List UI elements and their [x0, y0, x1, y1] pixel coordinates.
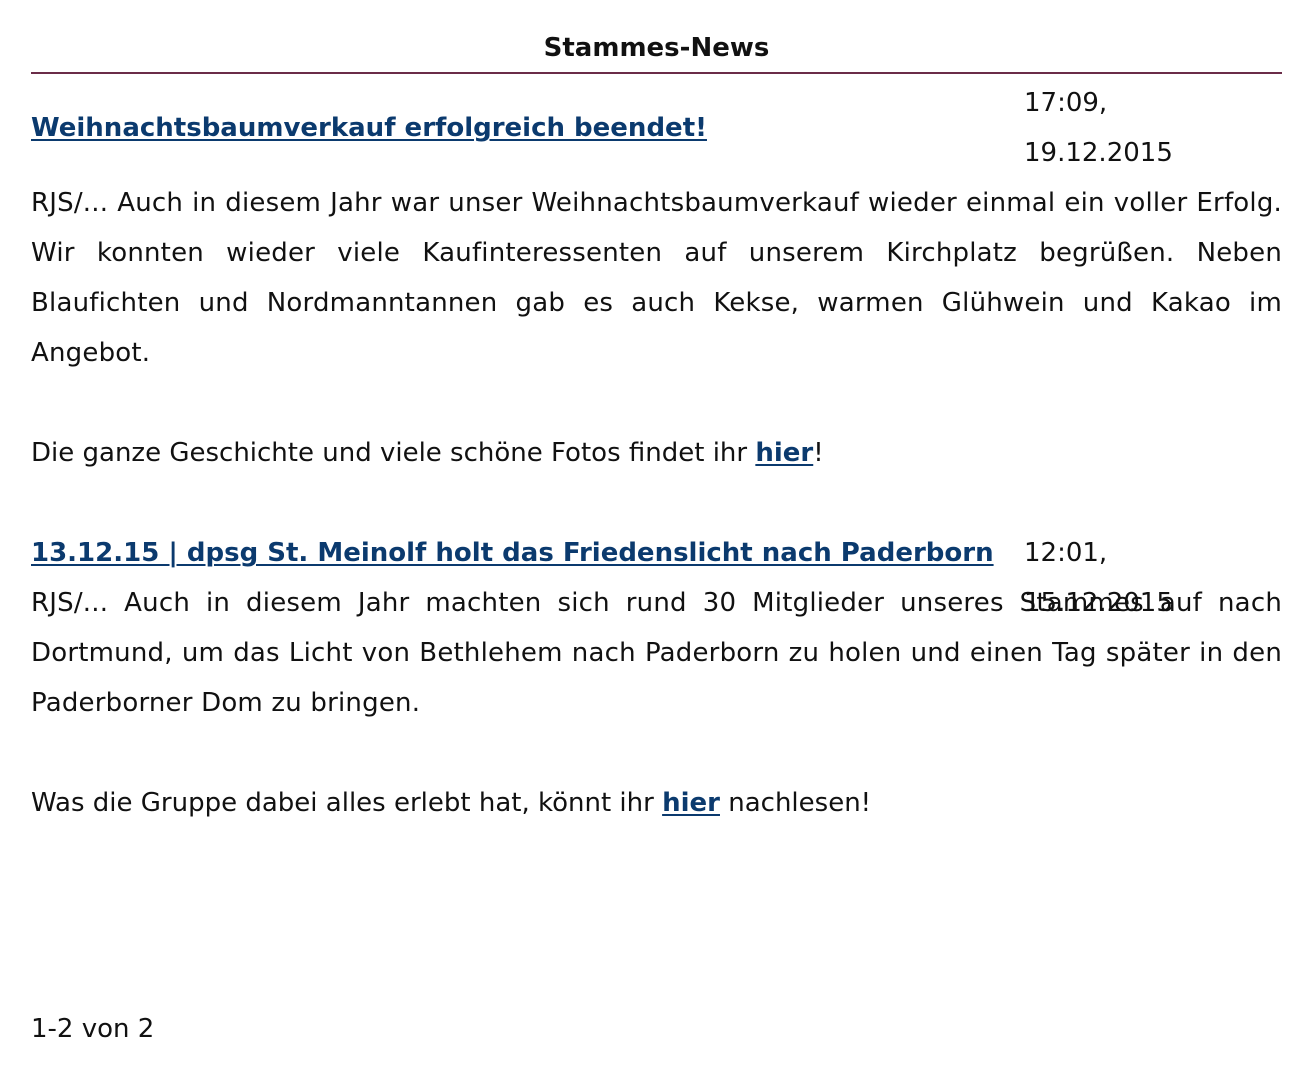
news-entry-more-suffix: nachlesen!: [719, 788, 872, 818]
news-entry-title-link[interactable]: Weihnachtsbaumverkauf erfolgreich beende…: [31, 103, 1021, 153]
news-entry-header: 17:09, 19.12.2015 Weihnachtsbaumverkauf …: [31, 78, 1282, 168]
news-entry-time: 17:09,: [1024, 88, 1108, 118]
news-entry-title-link[interactable]: 13.12.15 | dpsg St. Meinolf holt das Fri…: [31, 528, 1019, 578]
pagination-summary: 1-2 von 2: [31, 1014, 155, 1044]
news-entry: 12:01, 15.12.2015 13.12.15 | dpsg St. Me…: [31, 528, 1282, 828]
news-entry-more-link[interactable]: hier: [755, 438, 813, 468]
news-entry-teaser: RJS/... Auch in diesem Jahr war unser We…: [31, 188, 1282, 368]
news-entry-date: 15.12.2015: [1024, 588, 1173, 618]
news-entry-date: 19.12.2015: [1024, 138, 1173, 168]
news-entry-more-text: Die ganze Geschichte und viele schöne Fo…: [31, 438, 756, 468]
news-entry-more: Die ganze Geschichte und viele schöne Fo…: [31, 428, 1282, 478]
news-entry-header: 12:01, 15.12.2015 13.12.15 | dpsg St. Me…: [31, 528, 1282, 618]
news-entry-more-text: Was die Gruppe dabei alles erlebt hat, k…: [31, 788, 663, 818]
news-entry: 17:09, 19.12.2015 Weihnachtsbaumverkauf …: [31, 78, 1282, 478]
news-entry-time: 12:01,: [1024, 538, 1108, 568]
news-entry-timestamp: 12:01, 15.12.2015: [1024, 528, 1282, 628]
news-entry-more-link[interactable]: hier: [662, 788, 720, 818]
news-entry-more: Was die Gruppe dabei alles erlebt hat, k…: [31, 778, 1282, 828]
news-entry-timestamp: 17:09, 19.12.2015: [1024, 78, 1282, 178]
page-title: Stammes-News: [31, 0, 1282, 74]
news-entry-more-suffix: !: [813, 438, 824, 468]
news-page: Stammes-News 17:09, 19.12.2015 Weihnacht…: [31, 0, 1282, 828]
